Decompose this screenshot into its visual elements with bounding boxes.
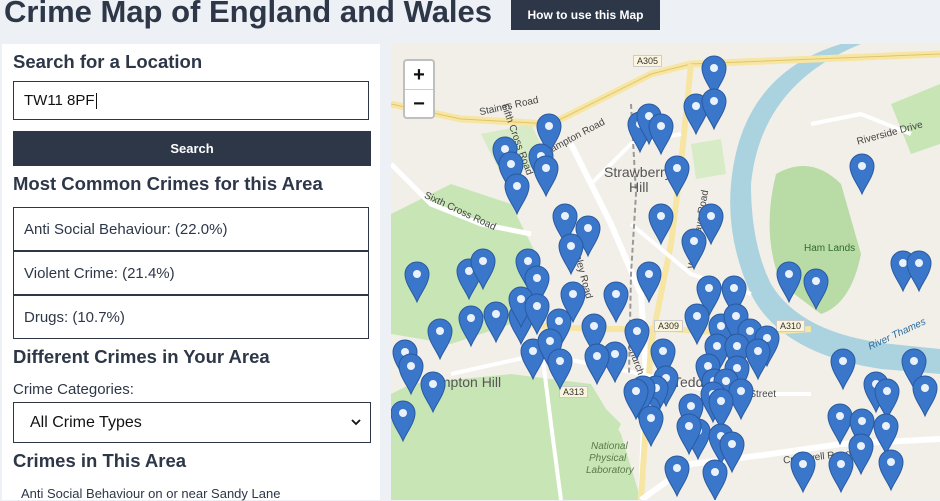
page-title: Crime Map of England and Wales (4, 0, 493, 29)
map-marker-icon[interactable] (873, 413, 899, 456)
map-marker-icon[interactable] (790, 451, 816, 494)
map-marker-icon[interactable] (603, 281, 629, 324)
zoom-out-button[interactable]: − (405, 89, 433, 118)
map-marker-icon[interactable] (398, 353, 424, 396)
map-marker-icon[interactable] (878, 449, 904, 492)
search-button[interactable]: Search (13, 131, 371, 166)
map-marker-icon[interactable] (638, 405, 664, 448)
map-marker-icon[interactable] (702, 459, 728, 500)
map-marker-icon[interactable] (849, 153, 875, 196)
map-marker-icon[interactable] (427, 318, 453, 361)
map-marker-icon[interactable] (776, 261, 802, 304)
map-marker-icon[interactable] (648, 113, 674, 156)
common-crime-item: Anti Social Behaviour: (22.0%) (13, 207, 369, 251)
crimes-area-heading: Crimes in This Area (13, 450, 187, 471)
marker-layer (391, 55, 938, 500)
location-search-input[interactable]: TW11 8PF (13, 81, 369, 120)
map-marker-icon[interactable] (404, 261, 430, 304)
crime-map[interactable]: Strawberry Hill Hampton Hill Ham Lands N… (391, 44, 940, 500)
text-caret (95, 92, 97, 109)
search-heading: Search for a Location (13, 51, 203, 72)
map-marker-icon[interactable] (906, 250, 932, 293)
map-marker-icon[interactable] (664, 155, 690, 198)
common-crime-item: Violent Crime: (21.4%) (13, 251, 369, 295)
map-marker-icon[interactable] (827, 403, 853, 446)
map-marker-icon[interactable] (584, 343, 610, 386)
map-marker-icon[interactable] (558, 233, 584, 276)
map-marker-icon[interactable] (391, 400, 416, 443)
common-crimes-heading: Most Common Crimes for this Area (13, 173, 323, 194)
map-marker-icon[interactable] (684, 303, 710, 346)
map-marker-icon[interactable] (830, 348, 856, 391)
crime-type-selected: All Crime Types (30, 413, 142, 431)
header: Crime Map of England and Wales How to us… (0, 0, 940, 44)
map-marker-icon[interactable] (533, 155, 559, 198)
map-marker-icon[interactable] (547, 348, 573, 391)
map-marker-icon[interactable] (701, 88, 727, 131)
zoom-in-button[interactable]: + (405, 61, 433, 89)
how-to-use-button[interactable]: How to use this Map (511, 0, 660, 30)
map-marker-icon[interactable] (664, 455, 690, 498)
map-marker-icon[interactable] (636, 261, 662, 304)
zoom-control: + − (403, 59, 435, 119)
map-marker-icon[interactable] (708, 388, 734, 431)
map-marker-icon[interactable] (624, 318, 650, 361)
sidebar: Search for a Location TW11 8PF Search Mo… (2, 44, 380, 501)
crime-categories-label: Crime Categories: (13, 381, 134, 398)
map-marker-icon[interactable] (828, 451, 854, 494)
map-marker-icon[interactable] (803, 268, 829, 311)
crime-type-select[interactable]: All Crime Types (13, 402, 371, 443)
map-marker-icon[interactable] (874, 378, 900, 421)
map-marker-icon[interactable] (745, 338, 771, 381)
crime-list-item[interactable]: Anti Social Behaviour on or near Sandy L… (21, 486, 280, 501)
map-marker-icon[interactable] (648, 203, 674, 246)
map-marker-icon[interactable] (458, 305, 484, 348)
common-crime-item: Drugs: (10.7%) (13, 295, 369, 339)
map-marker-icon[interactable] (912, 375, 938, 418)
map-marker-icon[interactable] (420, 371, 446, 414)
map-marker-icon[interactable] (681, 228, 707, 271)
map-marker-icon[interactable] (504, 173, 530, 216)
search-input-value: TW11 8PF (24, 92, 95, 109)
map-marker-icon[interactable] (483, 301, 509, 344)
chevron-down-icon (351, 419, 361, 426)
different-crimes-heading: Different Crimes in Your Area (13, 346, 270, 367)
